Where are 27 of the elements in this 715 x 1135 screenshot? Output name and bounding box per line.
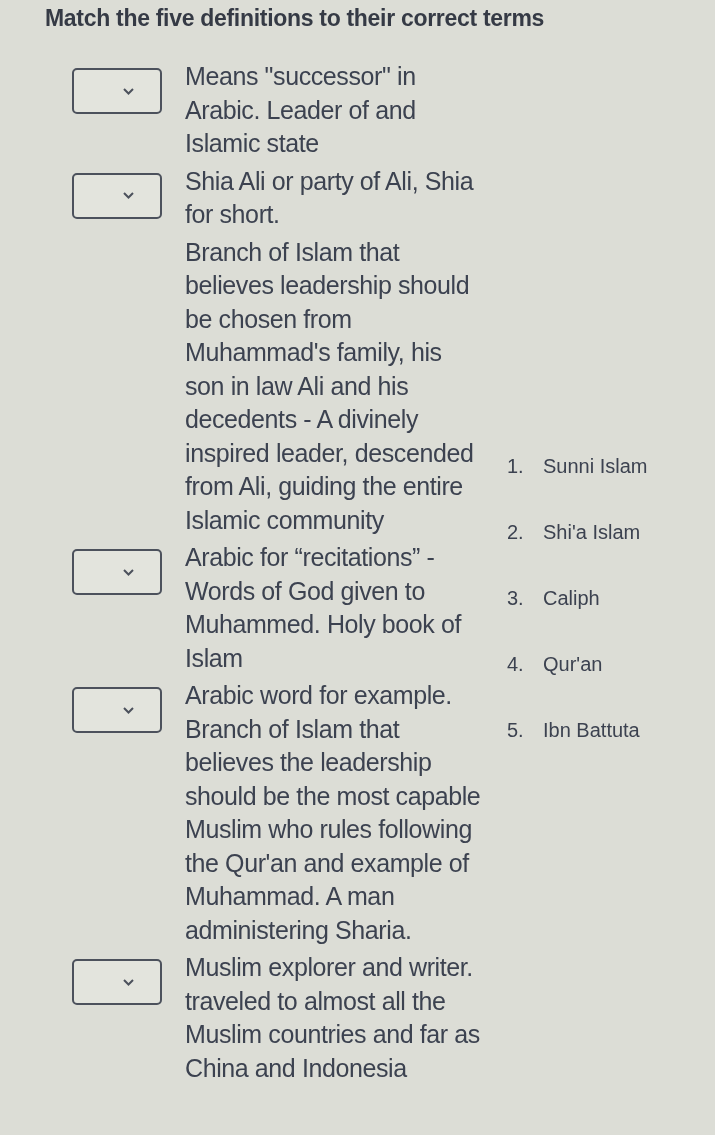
definition-text: Means "successor" in Arabic. Leader of and Islamic state	[185, 61, 417, 159]
definition-text: Shia Ali or party of Ali, Shia for short.	[185, 165, 475, 230]
answer-dropdown[interactable]	[72, 68, 162, 114]
instructions-heading: Match the five definitions to their correct terms	[45, 4, 546, 32]
chevron-down-icon	[123, 192, 134, 199]
definition-text: Arabic for “recitations” - Words of God given to Muhammed. Holy book of Islam	[185, 542, 463, 674]
term-number: 5.	[507, 718, 525, 743]
definition-text: Branch of Islam that believes leadership should be chosen from Muhammad's family, his son in law Ali and his decedents - A divinely inspired leader, descended from Ali, guiding the entire Islamic community	[185, 236, 475, 536]
term-label: Qur'an	[543, 652, 603, 677]
answer-dropdown[interactable]	[72, 959, 162, 1005]
term-label: Caliph	[543, 586, 600, 611]
answer-dropdown[interactable]	[72, 549, 162, 595]
answer-dropdown[interactable]	[72, 172, 162, 219]
term-number: 3.	[507, 586, 525, 611]
term-label: Ibn Battuta	[543, 718, 640, 743]
chevron-down-icon	[123, 568, 134, 576]
term-label: Sunni Islam	[543, 454, 648, 479]
chevron-down-icon	[123, 978, 134, 986]
term-number: 4.	[507, 652, 525, 677]
term-number: 2.	[507, 520, 525, 545]
answer-dropdown[interactable]	[72, 687, 162, 733]
definition-text: Arabic word for example. Branch of Islam that believes the leadership should be the most capable Muslim who rules following the Qur'an and example of Muhammad. A man administering Sharia.	[185, 680, 482, 946]
definition-text: Muslim explorer and writer. traveled to almost all the Muslim countries and far as China and Indonesia	[185, 952, 481, 1084]
term-number: 1.	[507, 454, 525, 479]
term-label: Shi'a Islam	[543, 520, 641, 545]
chevron-down-icon	[123, 706, 134, 714]
chevron-down-icon	[123, 87, 134, 95]
